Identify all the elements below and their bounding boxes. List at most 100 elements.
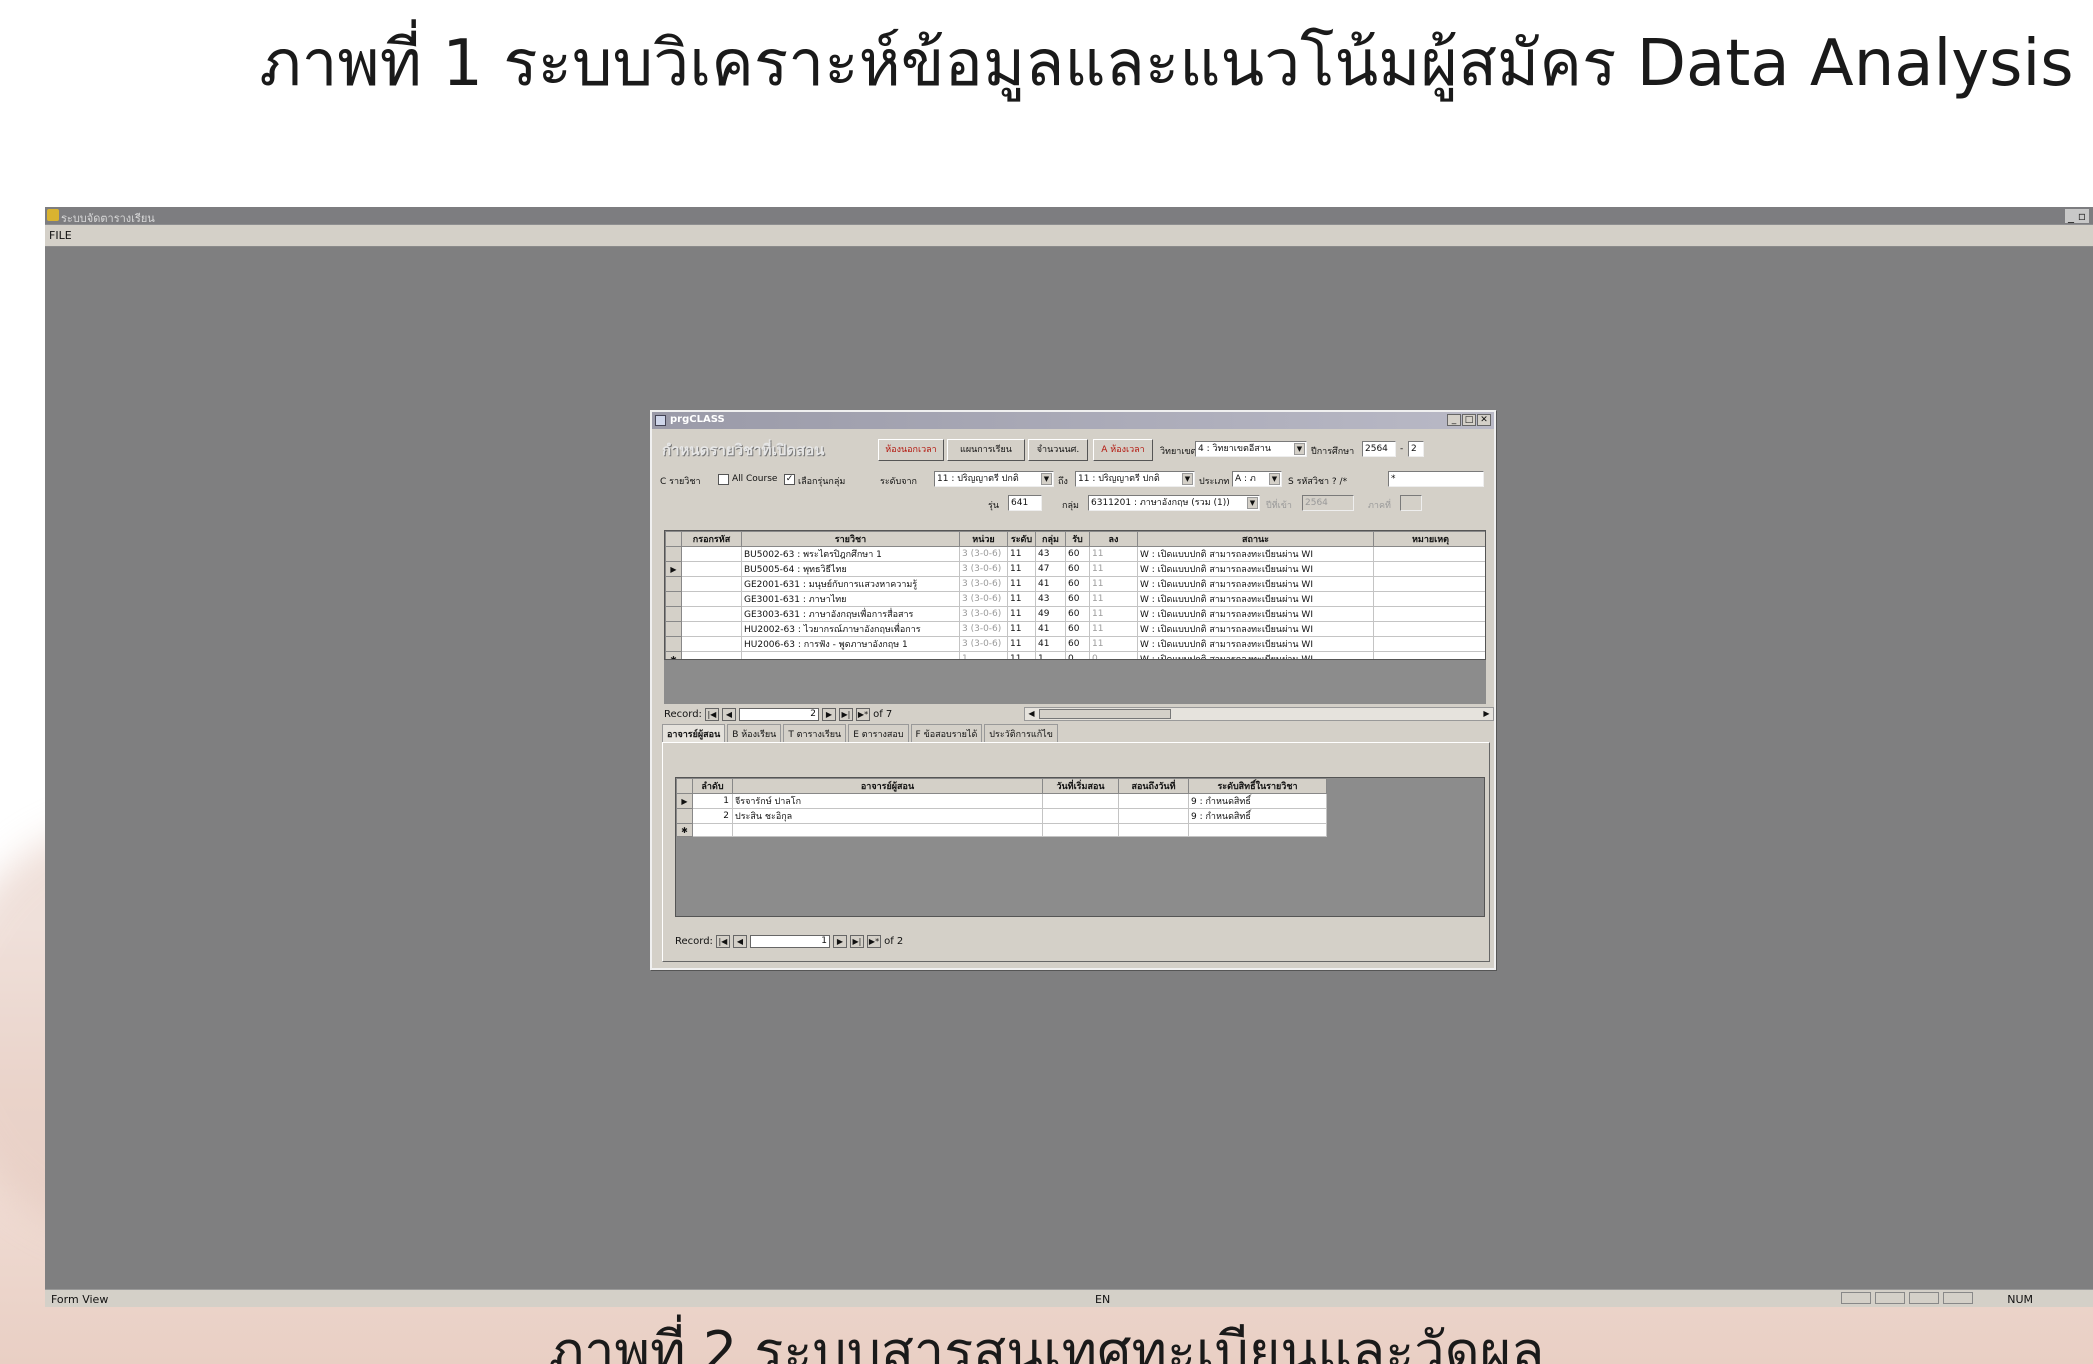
cell-code[interactable] <box>681 576 742 592</box>
col-header-permission[interactable]: ระดับสิทธิ์ในรายวิชา <box>1188 778 1327 794</box>
row-selector[interactable] <box>665 546 682 562</box>
cell-end[interactable] <box>1118 808 1189 824</box>
list-item[interactable]: ▶ 1 จีรจารักษ์ ปาลโก 9 : กำหนดสิทธิ์ <box>676 793 1327 809</box>
cell-subject[interactable]: BU5002-63 : พระไตรปิฎกศึกษา 1 <box>741 546 960 562</box>
close-icon[interactable]: ✕ <box>1477 414 1491 426</box>
cell-code[interactable] <box>681 591 742 607</box>
col-header-unit[interactable]: หน่วย <box>959 531 1008 547</box>
cell-enrolled[interactable]: 11 <box>1089 621 1138 637</box>
cell-code[interactable] <box>681 561 742 577</box>
col-header-code[interactable]: กรอกรหัส <box>681 531 742 547</box>
chevron-down-icon[interactable]: ▼ <box>1182 473 1193 485</box>
cell-accept[interactable]: 60 <box>1065 636 1090 652</box>
cell-enrolled[interactable]: 11 <box>1089 591 1138 607</box>
cell-group[interactable]: 43 <box>1035 591 1066 607</box>
cell-level[interactable]: 11 <box>1007 576 1036 592</box>
table-row[interactable]: HU2006-63 : การฟัง - พูดภาษาอังกฤษ 13 (3… <box>665 636 1485 652</box>
maximize-icon[interactable]: □ <box>1462 414 1476 426</box>
chevron-down-icon[interactable]: ▼ <box>1269 473 1280 485</box>
col-header-level[interactable]: ระดับ <box>1007 531 1036 547</box>
col-header-end-date[interactable]: สอนถึงวันที่ <box>1118 778 1189 794</box>
minimize-icon[interactable]: _ <box>1447 414 1461 426</box>
cell-remark[interactable] <box>1373 591 1485 607</box>
cell-accept[interactable]: 60 <box>1065 546 1090 562</box>
cell-empty[interactable] <box>1188 823 1327 837</box>
cell-subject[interactable]: BU5005-64 : พุทธวิธีไทย <box>741 561 960 577</box>
cell-start[interactable] <box>1042 793 1119 809</box>
cell-remark[interactable] <box>1373 636 1485 652</box>
row-selector[interactable] <box>665 591 682 607</box>
col-header-status[interactable]: สถานะ <box>1137 531 1374 547</box>
table-row[interactable]: GE2001-631 : มนุษย์กับการแสวงหาความรู้ 3 … <box>665 576 1485 592</box>
allcourse-checkbox[interactable] <box>718 474 729 485</box>
cell-status[interactable]: W : เปิดแบบปกติ สามารถลงทะเบียนผ่าน WI <box>1137 606 1374 622</box>
row-selector[interactable] <box>665 576 682 592</box>
group-checkbox[interactable]: ✓ <box>784 474 795 485</box>
row-selector[interactable] <box>665 621 682 637</box>
horizontal-scrollbar[interactable]: ◀ ▶ <box>1024 707 1494 721</box>
cell-subject[interactable]: GE3003-631 : ภาษาอังกฤษเพื่อการสื่อสาร <box>741 606 960 622</box>
cell-level[interactable]: 11 <box>1007 621 1036 637</box>
level-from-select[interactable]: 11 : ปริญญาตรี ปกติ ▼ <box>934 471 1054 487</box>
cell-remark[interactable] <box>1373 606 1485 622</box>
cell-enrolled[interactable]: 11 <box>1089 576 1138 592</box>
cell-enrolled[interactable]: 11 <box>1089 546 1138 562</box>
col-header-remark[interactable]: หมายเหตุ <box>1373 531 1485 547</box>
cell-status[interactable]: W : เปิดแบบปกติ สามารถลงทะเบียนผ่าน WI <box>1137 651 1374 659</box>
col-header-start-date[interactable]: วันที่เริ่มสอน <box>1042 778 1119 794</box>
cell-status[interactable]: W : เปิดแบบปกติ สามารถลงทะเบียนผ่าน WI <box>1137 591 1374 607</box>
cell-subject[interactable]: HU2006-63 : การฟัง - พูดภาษาอังกฤษ 1 <box>741 636 960 652</box>
chevron-down-icon[interactable]: ▼ <box>1294 443 1305 455</box>
cell-group[interactable]: 43 <box>1035 546 1066 562</box>
current-row-arrow-icon[interactable]: ▶ <box>676 793 693 809</box>
cell-status[interactable]: W : เปิดแบบปกติ สามารถลงทะเบียนผ่าน WI <box>1137 561 1374 577</box>
table-row[interactable]: ✱ 1 11 1 0 0 W : เปิดแบบปกติ สามารถลงทะเบียนผ่… <box>665 651 1485 659</box>
cell-code[interactable] <box>681 636 742 652</box>
cell-level[interactable]: 11 <box>1007 561 1036 577</box>
cell-start[interactable] <box>1042 808 1119 824</box>
tab-exam-income[interactable]: F ข้อสอบรายได้ <box>910 724 983 742</box>
offhours-room-button[interactable]: ห้องนอกเวลา <box>878 439 944 461</box>
table-row[interactable]: GE3003-631 : ภาษาอังกฤษเพื่อการสื่อสาร 3 … <box>665 606 1485 622</box>
cell-name[interactable]: ประสิน ชะอิกุล <box>732 808 1043 824</box>
first-record-icon[interactable]: |◀ <box>704 707 719 721</box>
table-row[interactable]: HU2002-63 : ไวยากรณ์ภาษาอังกฤษเพื่อการ 3 … <box>665 621 1485 637</box>
row-selector[interactable] <box>665 606 682 622</box>
cell-empty[interactable] <box>1118 823 1189 837</box>
cell-level[interactable]: 11 <box>1007 636 1036 652</box>
cell-level[interactable]: 11 <box>1007 651 1036 659</box>
student-count-button[interactable]: จำนวนนศ. <box>1028 439 1088 461</box>
cell-level[interactable]: 11 <box>1007 606 1036 622</box>
prev-record-icon[interactable]: ◀ <box>721 707 736 721</box>
cell-empty[interactable] <box>692 823 733 837</box>
cell-code[interactable] <box>681 546 742 562</box>
cell-level[interactable]: 11 <box>1007 546 1036 562</box>
col-header-no[interactable]: ลำดับ <box>692 778 733 794</box>
cell-right[interactable]: 9 : กำหนดสิทธิ์ <box>1188 808 1327 824</box>
current-row-arrow-icon[interactable]: ▶ <box>665 561 682 577</box>
cell-status[interactable]: W : เปิดแบบปกติ สามารถลงทะเบียนผ่าน WI <box>1137 546 1374 562</box>
chevron-down-icon[interactable]: ▼ <box>1247 497 1258 509</box>
cell-code[interactable] <box>681 651 742 659</box>
cell-status[interactable]: W : เปิดแบบปกติ สามารถลงทะเบียนผ่าน WI <box>1137 621 1374 637</box>
table-row[interactable]: ▶ BU5005-64 : พุทธวิธีไทย 3 (3-0-6) 11 47 60 1… <box>665 561 1485 577</box>
list-item[interactable]: 2 ประสิน ชะอิกุล 9 : กำหนดสิทธิ์ <box>676 808 1327 824</box>
cell-name[interactable]: จีรจารักษ์ ปาลโก <box>732 793 1043 809</box>
cell-enrolled[interactable]: 11 <box>1089 606 1138 622</box>
cell-remark[interactable] <box>1373 576 1485 592</box>
year-input[interactable]: 2564 <box>1362 441 1396 457</box>
tab-rooms[interactable]: B ห้องเรียน <box>727 724 782 742</box>
cell-no[interactable]: 2 <box>692 808 733 824</box>
group2-select[interactable]: 6311201 : ภาษาอังกฤษ (รวม (1)) ▼ <box>1088 495 1260 511</box>
scroll-thumb[interactable] <box>1039 709 1171 719</box>
term-input[interactable]: 2 <box>1408 441 1424 457</box>
cell-accept[interactable]: 60 <box>1065 591 1090 607</box>
cell-unit[interactable]: 3 (3-0-6) <box>959 561 1008 577</box>
cell-enrolled[interactable]: 11 <box>1089 636 1138 652</box>
cell-group[interactable]: 41 <box>1035 636 1066 652</box>
cell-status[interactable]: W : เปิดแบบปกติ สามารถลงทะเบียนผ่าน WI <box>1137 576 1374 592</box>
subject-radio-label[interactable]: C รายวิชา <box>660 474 701 488</box>
cell-status[interactable]: W : เปิดแบบปกติ สามารถลงทะเบียนผ่าน WI <box>1137 636 1374 652</box>
level-to-select[interactable]: 11 : ปริญญาตรี ปกติ ▼ <box>1075 471 1195 487</box>
new-row-star-icon[interactable]: ✱ <box>676 823 693 837</box>
